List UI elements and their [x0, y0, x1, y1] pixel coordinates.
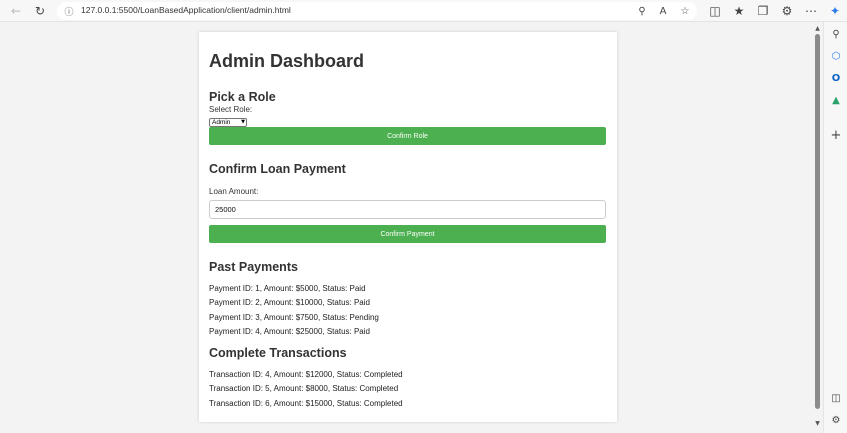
- star-icon[interactable]: ☆: [677, 3, 693, 19]
- outlook-icon[interactable]: O: [828, 70, 844, 86]
- games-icon[interactable]: ▲: [828, 92, 844, 108]
- payment-item: Payment ID: 1, Amount: $5000, Status: Pa…: [209, 284, 366, 293]
- transactions-heading: Complete Transactions: [209, 346, 347, 360]
- page-title: Admin Dashboard: [209, 51, 365, 71]
- split-screen-icon[interactable]: ◫: [707, 3, 723, 19]
- address-bar[interactable]: ⓘ 127.0.0.1:5500/LoanBasedApplication/cl…: [57, 2, 697, 20]
- more-icon[interactable]: ⋯: [803, 3, 819, 19]
- admin-dashboard-card: Admin Dashboard Pick a Role Select Role:…: [199, 32, 617, 422]
- loan-amount-label: Loan Amount:: [209, 187, 259, 196]
- refresh-icon[interactable]: ↻: [32, 3, 48, 19]
- arrow-left-icon[interactable]: ←: [8, 3, 24, 19]
- read-aloud-icon[interactable]: A: [655, 3, 671, 19]
- scroll-up-icon[interactable]: ▲: [814, 25, 821, 32]
- vertical-scrollbar[interactable]: ▲ ▼: [812, 22, 823, 433]
- settings-gem-icon[interactable]: ⬡: [828, 48, 844, 64]
- payment-item: Payment ID: 2, Amount: $10000, Status: P…: [209, 298, 370, 307]
- confirm-role-button[interactable]: Confirm Role: [209, 127, 606, 145]
- scroll-down-icon[interactable]: ▼: [814, 420, 821, 427]
- info-icon[interactable]: ⓘ: [63, 5, 75, 18]
- role-select-value: Admin: [212, 119, 231, 126]
- edge-sidebar: ⚲ ⬡ O ▲ + ◫ ⚙: [823, 22, 847, 433]
- page-viewport: Admin Dashboard Pick a Role Select Role:…: [0, 22, 812, 433]
- copilot-icon[interactable]: ✦: [827, 3, 843, 19]
- collections-icon[interactable]: ❐: [755, 3, 771, 19]
- add-icon[interactable]: +: [828, 127, 844, 143]
- zoom-icon[interactable]: ⚲: [634, 3, 650, 19]
- browser-toolbar: ← ↻ ⓘ 127.0.0.1:5500/LoanBasedApplicatio…: [0, 0, 847, 22]
- sidebar-toggle-icon[interactable]: ◫: [828, 390, 844, 406]
- search-icon[interactable]: ⚲: [828, 26, 844, 42]
- payment-item: Payment ID: 3, Amount: $7500, Status: Pe…: [209, 313, 379, 322]
- scrollbar-thumb[interactable]: [815, 34, 820, 409]
- transaction-item: Transaction ID: 6, Amount: $15000, Statu…: [209, 399, 403, 408]
- select-role-label: Select Role:: [209, 105, 253, 114]
- chevron-down-icon: ▼: [241, 119, 245, 125]
- loan-amount-input[interactable]: 25000: [209, 200, 606, 219]
- favorites-icon[interactable]: ★: [731, 3, 747, 19]
- role-select[interactable]: Admin ▼: [209, 118, 247, 127]
- past-payments-heading: Past Payments: [209, 260, 298, 274]
- extensions-icon[interactable]: ⚙: [779, 3, 795, 19]
- url-text[interactable]: 127.0.0.1:5500/LoanBasedApplication/clie…: [81, 5, 291, 15]
- settings-icon[interactable]: ⚙: [828, 412, 844, 428]
- payment-item: Payment ID: 4, Amount: $25000, Status: P…: [209, 327, 370, 336]
- role-section-heading: Pick a Role: [209, 90, 276, 104]
- transaction-item: Transaction ID: 5, Amount: $8000, Status…: [209, 384, 399, 393]
- confirm-payment-button[interactable]: Confirm Payment: [209, 225, 606, 243]
- transaction-item: Transaction ID: 4, Amount: $12000, Statu…: [209, 370, 403, 379]
- payment-section-heading: Confirm Loan Payment: [209, 162, 346, 176]
